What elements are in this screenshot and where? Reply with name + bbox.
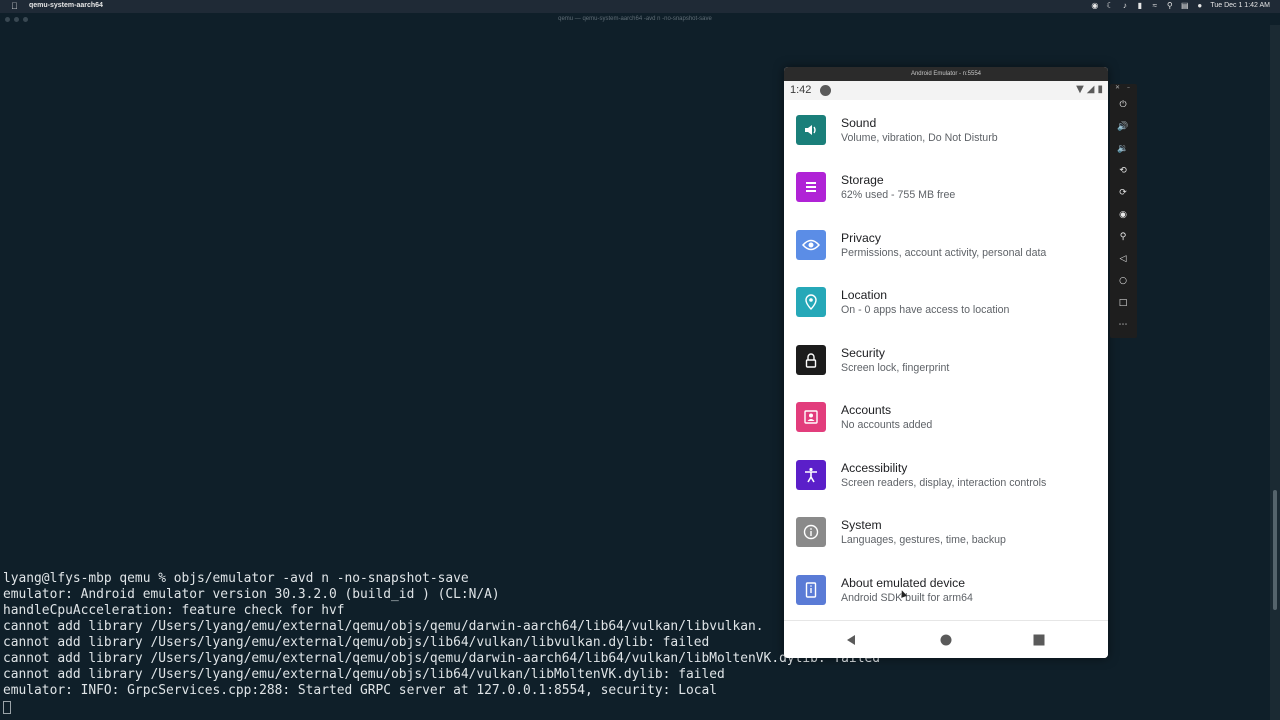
settings-item-title: Privacy: [841, 231, 881, 245]
scrollbar-thumb[interactable]: [1273, 490, 1277, 610]
settings-item-sound[interactable]: Sound Volume, vibration, Do Not Disturb: [784, 100, 1108, 157]
android-nav-bar: [784, 620, 1108, 658]
settings-item-title: About emulated device: [841, 576, 965, 590]
volume-menubar-icon[interactable]: ♪: [1120, 1, 1129, 10]
settings-item-subtitle: Volume, vibration, Do Not Disturb: [841, 132, 998, 144]
volume-up-icon[interactable]: 🔊: [1116, 120, 1130, 134]
settings-item-privacy[interactable]: Privacy Permissions, account activity, p…: [784, 215, 1108, 272]
rotate-right-icon[interactable]: ⟳: [1116, 186, 1130, 200]
settings-item-title: Accessibility: [841, 461, 908, 475]
menubar-clock[interactable]: Tue Dec 1 1:42 AM: [1210, 2, 1270, 9]
settings-item-storage[interactable]: Storage 62% used - 755 MB free: [784, 157, 1108, 214]
status-time: 1:42: [790, 84, 812, 96]
nav-back-button[interactable]: [841, 630, 861, 650]
device-icon: [796, 575, 826, 605]
power-icon[interactable]: ⏻: [1116, 98, 1130, 112]
emulator-toolbar: ✕ – ⏻ 🔊 🔉 ⟲ ⟳ ◉ ⚲ ◁ ○ □ ⋯: [1110, 84, 1137, 338]
settings-item-subtitle: 62% used - 755 MB free: [841, 189, 956, 201]
terminal-line: cannot add library /Users/lyang/emu/exte…: [3, 635, 710, 650]
settings-item-title: Accounts: [841, 403, 892, 417]
terminal-titlebar[interactable]: qemu — qemu-system-aarch64 -avd n -no-sn…: [0, 13, 1270, 26]
more-options-icon[interactable]: ⋯: [1116, 318, 1130, 332]
account-icon: [796, 402, 826, 432]
terminal-line: emulator: Android emulator version 30.3.…: [3, 587, 500, 602]
settings-list[interactable]: Sound Volume, vibration, Do Not Disturb …: [784, 100, 1108, 619]
control-center-icon[interactable]: ▤: [1180, 1, 1189, 10]
terminal-output[interactable]: lyang@lfys-mbp qemu % objs/emulator -avd…: [3, 571, 880, 699]
notification-indicator-icon: [820, 85, 831, 96]
terminal-line: emulator: INFO: GrpcServices.cpp:288: St…: [3, 683, 717, 698]
wifi-menubar-icon[interactable]: ≈: [1150, 1, 1159, 10]
camera-screenshot-icon[interactable]: ◉: [1116, 208, 1130, 222]
volume-icon: [796, 115, 826, 145]
settings-item-title: Storage: [841, 173, 884, 187]
settings-item-subtitle: Permissions, account activity, personal …: [841, 247, 1047, 259]
settings-item-subtitle: Languages, gestures, time, backup: [841, 534, 1006, 546]
nav-home-button[interactable]: [936, 630, 956, 650]
terminal-line: cannot add library /Users/lyang/emu/exte…: [3, 667, 725, 682]
home-icon[interactable]: ○: [1116, 274, 1130, 288]
siri-icon[interactable]: ●: [1195, 1, 1204, 10]
apple-menu-icon[interactable]: : [11, 1, 18, 11]
terminal-line: cannot add library /Users/lyang/emu/exte…: [3, 651, 880, 666]
storage-icon: [796, 172, 826, 202]
android-status-bar: 1:42 ▼ ◢ ▮: [784, 81, 1108, 100]
eye-icon: [796, 230, 826, 260]
settings-item-subtitle: On - 0 apps have access to location: [841, 304, 1010, 316]
terminal-line: handleCpuAcceleration: feature check for…: [3, 603, 345, 618]
location-pin-icon: [796, 287, 826, 317]
back-icon[interactable]: ◁: [1116, 252, 1130, 266]
accessibility-icon: [796, 460, 826, 490]
focus-moon-icon[interactable]: ☾: [1105, 1, 1114, 10]
terminal-cursor: [3, 701, 11, 714]
settings-item-location[interactable]: Location On - 0 apps have access to loca…: [784, 272, 1108, 329]
info-icon: [796, 517, 826, 547]
settings-item-security[interactable]: Security Screen lock, fingerprint: [784, 330, 1108, 387]
terminal-scrollbar[interactable]: [1270, 25, 1280, 720]
battery-menubar-icon[interactable]: ▮: [1135, 1, 1144, 10]
active-app-name[interactable]: qemu-system-aarch64: [29, 2, 103, 9]
cell-signal-icon: ◢: [1086, 84, 1095, 95]
toolbar-minimize-icon[interactable]: –: [1127, 84, 1130, 91]
volume-down-icon[interactable]: 🔉: [1116, 142, 1130, 156]
settings-item-title: System: [841, 518, 882, 532]
settings-item-title: Security: [841, 346, 886, 360]
overview-icon[interactable]: □: [1116, 296, 1130, 310]
settings-item-accessibility[interactable]: Accessibility Screen readers, display, i…: [784, 445, 1108, 502]
emulator-titlebar[interactable]: Android Emulator - n:5554: [784, 67, 1108, 81]
settings-item-accounts[interactable]: Accounts No accounts added: [784, 387, 1108, 444]
toolbar-close-icon[interactable]: ✕: [1115, 84, 1120, 91]
settings-item-subtitle: Android SDK built for arm64: [841, 592, 973, 604]
status-icons: ▼ ◢ ▮: [1076, 84, 1103, 95]
battery-icon: ▮: [1097, 84, 1103, 95]
terminal-line: cannot add library /Users/lyang/emu/exte…: [3, 619, 764, 634]
settings-item-title: Location: [841, 288, 888, 302]
settings-item-title: Sound: [841, 116, 877, 130]
spotlight-icon[interactable]: ⚲: [1165, 1, 1174, 10]
zoom-icon[interactable]: ⚲: [1116, 230, 1130, 244]
settings-item-subtitle: Screen lock, fingerprint: [841, 362, 950, 374]
nav-recents-button[interactable]: [1029, 630, 1049, 650]
mac-menubar:  qemu-system-aarch64 ◉ ☾ ♪ ▮ ≈ ⚲ ▤ ● Tu…: [0, 0, 1280, 13]
settings-item-subtitle: Screen readers, display, interaction con…: [841, 477, 1047, 489]
record-icon[interactable]: ◉: [1090, 1, 1099, 10]
terminal-title: qemu — qemu-system-aarch64 -avd n -no-sn…: [558, 16, 712, 22]
terminal-line: lyang@lfys-mbp qemu % objs/emulator -avd…: [3, 571, 469, 586]
lock-icon: [796, 345, 826, 375]
wifi-icon: ▼: [1076, 84, 1084, 95]
settings-item-system[interactable]: System Languages, gestures, time, backup: [784, 502, 1108, 559]
settings-item-about-device[interactable]: About emulated device Android SDK built …: [784, 560, 1108, 617]
android-emulator-window[interactable]: Android Emulator - n:5554 1:42 ▼ ◢ ▮ Sou…: [784, 67, 1108, 658]
menubar-status-area: ◉ ☾ ♪ ▮ ≈ ⚲ ▤ ● Tue Dec 1 1:42 AM: [1090, 1, 1270, 10]
rotate-left-icon[interactable]: ⟲: [1116, 164, 1130, 178]
settings-item-subtitle: No accounts added: [841, 419, 933, 431]
